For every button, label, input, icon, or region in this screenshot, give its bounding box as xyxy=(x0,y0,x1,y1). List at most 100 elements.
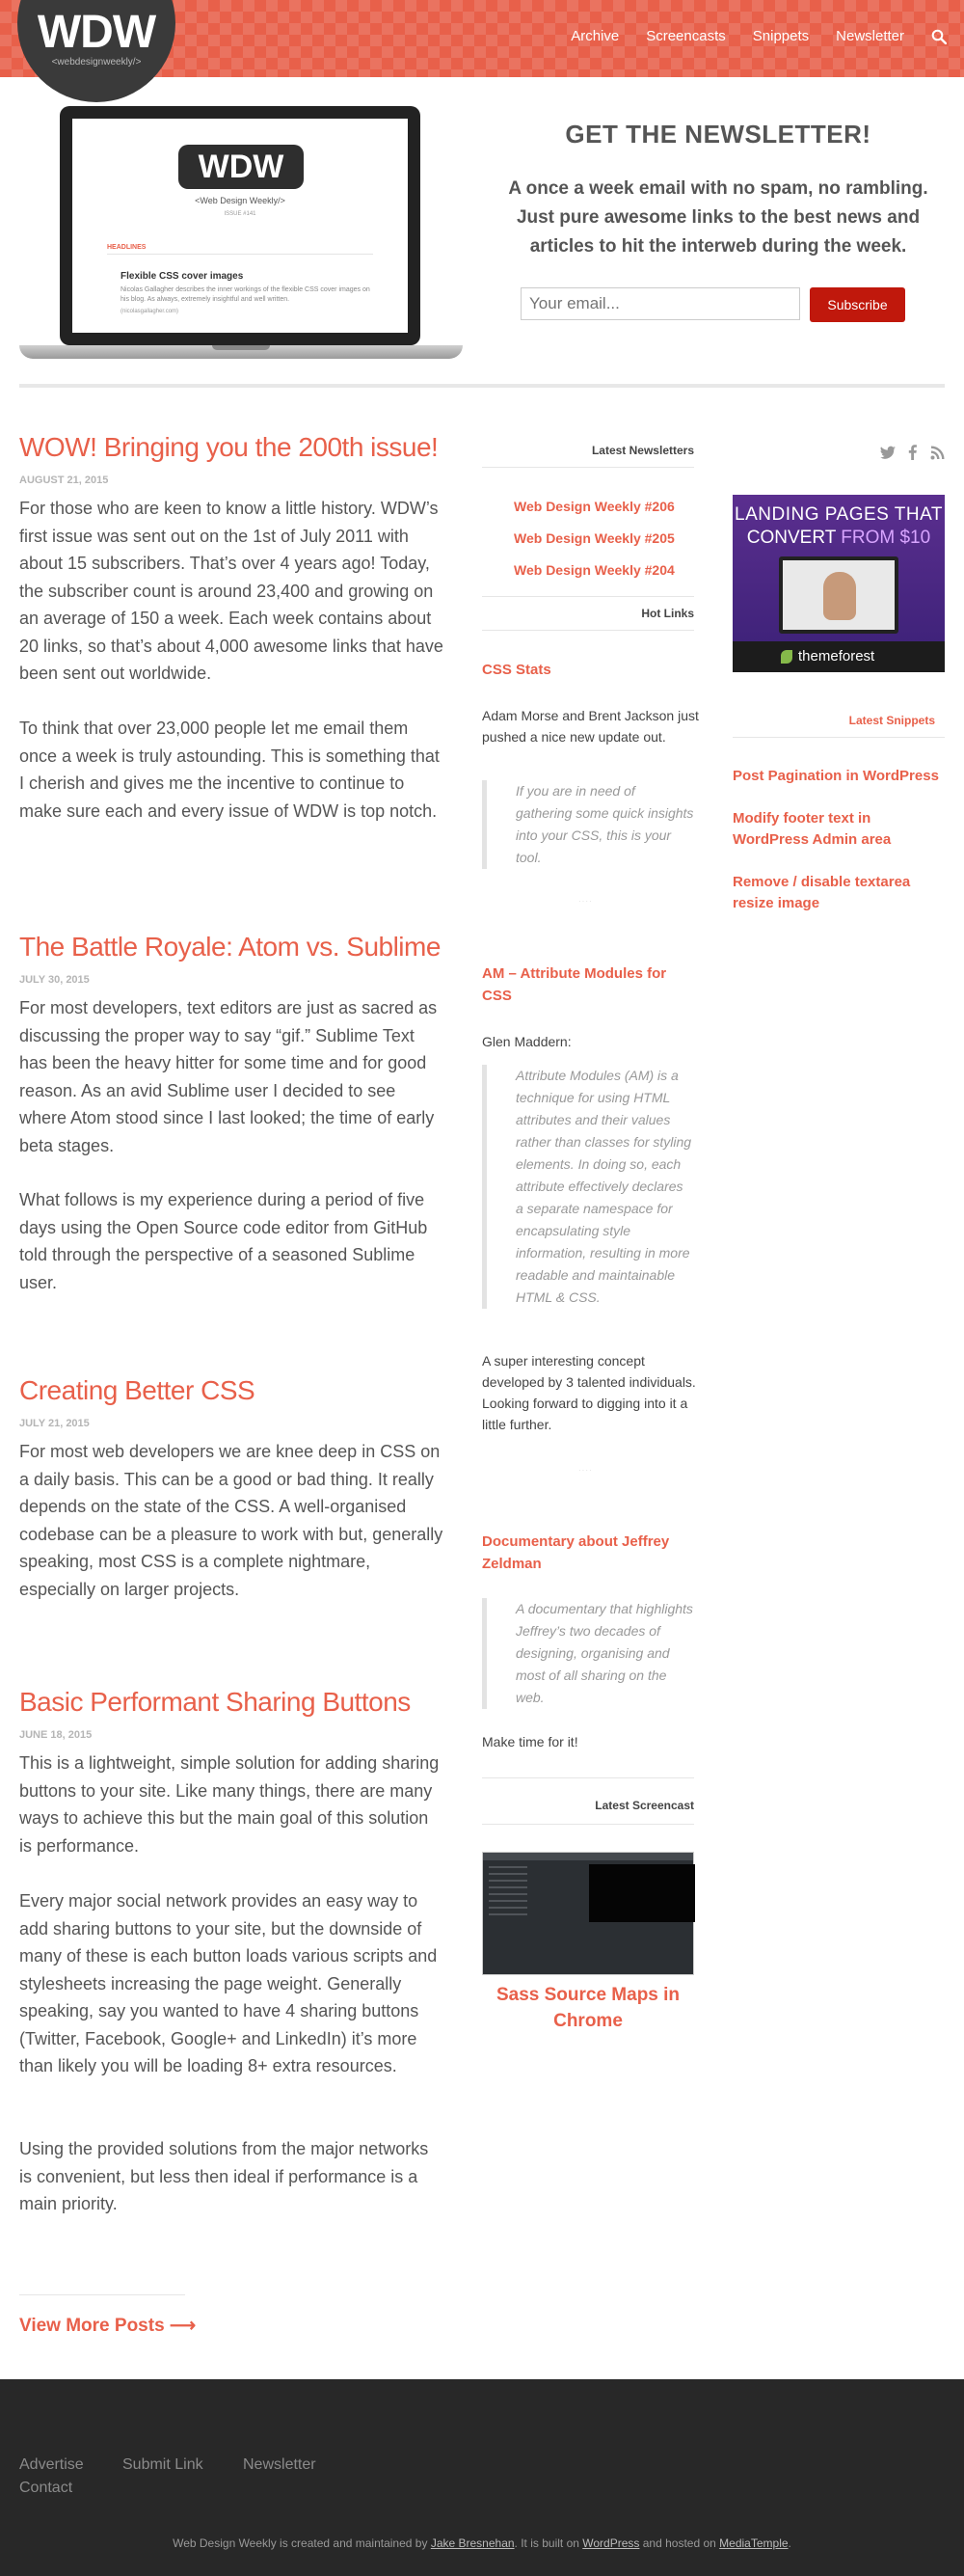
screencast-title-link[interactable]: Sass Source Maps in Chrome xyxy=(482,1982,694,2034)
credit-host-link[interactable]: MediaTemple xyxy=(719,2536,788,2550)
post-paragraph: For most developers, text editors are ju… xyxy=(19,998,438,1155)
post-date: JULY 21, 2015 xyxy=(19,1418,90,1429)
preview-article-link: (nicolasgallagher.com) xyxy=(120,309,179,314)
laptop-notch xyxy=(212,345,270,350)
site-footer: Advertise Submit Link Newsletter Contact… xyxy=(0,2379,964,2576)
newsletter-text: A once a week email with no spam, no ram… xyxy=(508,178,928,257)
newsletter-signup: GET THE NEWSLETTER! A once a week email … xyxy=(492,120,945,322)
hot-link-quote: A documentary that highlights Jeffrey’s … xyxy=(482,1598,694,1709)
widget-divider xyxy=(482,1824,694,1825)
search-icon[interactable] xyxy=(931,29,948,44)
ad-subline-price: FROM $10 xyxy=(841,528,931,548)
newsletter-preview-laptop: WDW <Web Design Weekly/> ISSUE #141 HEAD… xyxy=(19,104,463,360)
hot-link-title[interactable]: AM – Attribute Modules for CSS xyxy=(482,963,675,1007)
preview-article-title: Flexible CSS cover images xyxy=(120,271,244,282)
hot-link-title[interactable]: CSS Stats xyxy=(482,659,675,681)
screencast-thumbnail[interactable] xyxy=(482,1852,695,1975)
nav-snippets[interactable]: Snippets xyxy=(753,28,809,44)
site-logo[interactable]: WDW <webdesignweekly/> xyxy=(17,0,175,102)
preview-section: HEADLINES xyxy=(107,244,147,251)
laptop-screen: WDW <Web Design Weekly/> ISSUE #141 HEAD… xyxy=(60,106,420,345)
thumb-window xyxy=(589,1864,695,1922)
logo-text: WDW xyxy=(37,7,156,58)
widget-divider xyxy=(482,467,694,468)
hot-link-after: Make time for it! xyxy=(482,1734,578,1749)
post-paragraph: For most web developers we are knee deep… xyxy=(19,1442,443,1599)
themeforest-ad[interactable]: LANDING PAGES THAT CONVERT FROM $10 them… xyxy=(733,495,945,672)
view-more-posts-link[interactable]: View More Posts ⟶ xyxy=(19,2315,196,2337)
site-header: WDW <webdesignweekly/> Archive Screencas… xyxy=(0,0,964,102)
snippet-link[interactable]: Remove / disable textarea resize image xyxy=(733,872,940,914)
footer-link-contact[interactable]: Contact xyxy=(19,2480,72,2497)
post-title[interactable]: Creating Better CSS xyxy=(19,1375,255,1406)
main-nav: Archive Screencasts Snippets Newsletter xyxy=(571,28,948,44)
post-date: AUGUST 21, 2015 xyxy=(19,475,109,486)
preview-tagline: <Web Design Weekly/> xyxy=(195,196,285,205)
post-title[interactable]: Basic Performant Sharing Buttons xyxy=(19,1687,411,1718)
leaf-icon xyxy=(781,650,792,664)
snippet-link[interactable]: Post Pagination in WordPress xyxy=(733,766,940,787)
newsletter-link[interactable]: Web Design Weekly #205 xyxy=(514,530,675,546)
credit-end: . xyxy=(788,2536,791,2550)
newsletter-preview: WDW <Web Design Weekly/> ISSUE #141 HEAD… xyxy=(72,119,408,333)
footer-link-advertise[interactable]: Advertise xyxy=(19,2456,84,2474)
widget-divider xyxy=(733,737,945,738)
post-paragraph: Every major social network provides an e… xyxy=(19,1891,438,2075)
widget-divider xyxy=(482,630,694,631)
social-links xyxy=(879,444,947,461)
credit-and: and hosted on xyxy=(642,2536,716,2550)
ad-brand: themeforest xyxy=(798,648,875,664)
newsletter-form: Subscribe xyxy=(521,287,906,322)
latest-newsletters-title: Latest Newsletters xyxy=(591,444,694,457)
post-paragraph: What follows is my experience during a p… xyxy=(19,1190,428,1292)
ad-person-image xyxy=(823,572,856,620)
preview-divider xyxy=(107,254,373,255)
footer-link-newsletter[interactable]: Newsletter xyxy=(243,2456,316,2474)
post-title[interactable]: WOW! Bringing you the 200th issue! xyxy=(19,432,439,463)
hero-divider xyxy=(19,384,945,388)
email-field[interactable] xyxy=(521,287,800,320)
nav-archive[interactable]: Archive xyxy=(571,28,619,44)
post-date: JUNE 18, 2015 xyxy=(19,1729,93,1741)
footer-credit: Web Design Weekly is created and maintai… xyxy=(0,2536,964,2550)
logo-subtitle: <webdesignweekly/> xyxy=(51,57,142,68)
separator-dots: ···· xyxy=(578,1466,593,1475)
post-paragraph: To think that over 23,000 people let me … xyxy=(19,719,440,821)
hot-link-intro: Adam Morse and Brent Jackson just pushed… xyxy=(482,708,699,745)
facebook-icon[interactable] xyxy=(904,444,922,461)
newsletter-link[interactable]: Web Design Weekly #204 xyxy=(514,562,675,578)
credit-wordpress-link[interactable]: WordPress xyxy=(582,2536,639,2550)
footer-link-submit[interactable]: Submit Link xyxy=(122,2456,203,2474)
subscribe-button[interactable]: Subscribe xyxy=(810,287,905,322)
hot-links-title: Hot Links xyxy=(641,607,694,620)
hot-link-quote: If you are in need of gathering some qui… xyxy=(482,780,694,869)
twitter-icon[interactable] xyxy=(879,444,897,461)
newsletter-link[interactable]: Web Design Weekly #206 xyxy=(514,499,675,514)
preview-issue: ISSUE #141 xyxy=(224,211,256,217)
preview-article-desc: Nicolas Gallagher describes the inner wo… xyxy=(120,286,370,303)
ad-headline: LANDING PAGES THAT xyxy=(735,504,943,525)
nav-newsletter[interactable]: Newsletter xyxy=(836,28,904,44)
post-paragraph: This is a lightweight, simple solution f… xyxy=(19,1753,440,1856)
post-date: JULY 30, 2015 xyxy=(19,974,90,986)
thumb-toolbar xyxy=(483,1853,693,1860)
credit-prefix: Web Design Weekly is created and maintai… xyxy=(173,2536,428,2550)
credit-mid: . It is built on xyxy=(514,2536,579,2550)
credit-author-link[interactable]: Jake Bresnehan xyxy=(431,2536,515,2550)
latest-screencast-title: Latest Screencast xyxy=(595,1799,694,1812)
rss-icon[interactable] xyxy=(929,444,947,461)
ad-subline-prefix: CONVERT xyxy=(746,528,836,548)
latest-snippets-title: Latest Snippets xyxy=(848,714,935,727)
widget-divider xyxy=(482,596,694,597)
hot-link-quote: Attribute Modules (AM) is a technique fo… xyxy=(482,1065,694,1309)
hot-link-title[interactable]: Documentary about Jeffrey Zeldman xyxy=(482,1531,675,1575)
post-paragraph: For those who are keen to know a little … xyxy=(19,499,443,683)
nav-screencasts[interactable]: Screencasts xyxy=(646,28,726,44)
newsletter-title: GET THE NEWSLETTER! xyxy=(565,120,871,149)
post-paragraph: Using the provided solutions from the ma… xyxy=(19,2139,429,2213)
preview-logo: WDW xyxy=(178,145,304,189)
post-title[interactable]: The Battle Royale: Atom vs. Sublime xyxy=(19,932,441,963)
more-divider xyxy=(19,2294,185,2295)
snippet-link[interactable]: Modify footer text in WordPress Admin ar… xyxy=(733,808,940,851)
ad-subline: CONVERT FROM $10 xyxy=(733,528,945,549)
